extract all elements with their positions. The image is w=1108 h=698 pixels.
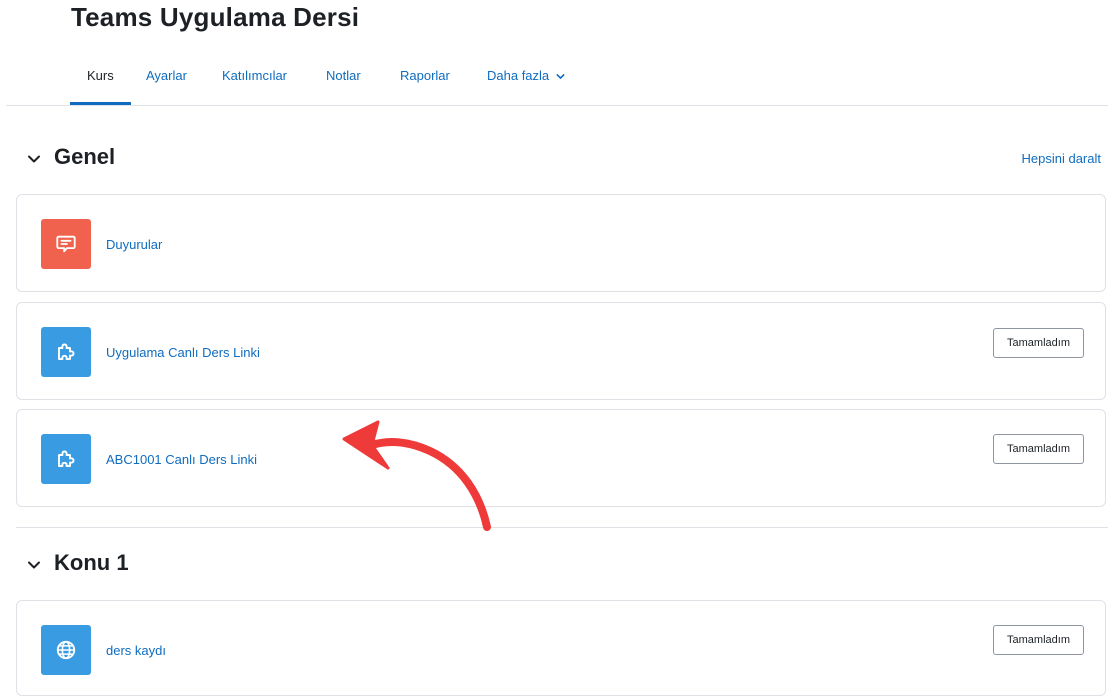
mark-done-button[interactable]: Tamamladım (993, 625, 1084, 655)
tab-raporlar[interactable]: Raporlar (400, 68, 450, 83)
tab-katilimcilar[interactable]: Katılımcılar (222, 68, 287, 83)
collapse-all-link[interactable]: Hepsini daralt (1022, 151, 1102, 166)
activity-link-duyurular[interactable]: Duyurular (106, 237, 162, 252)
activity-card: ABC1001 Canlı Ders Linki Tamamladım (16, 409, 1106, 507)
puzzle-icon (41, 434, 91, 484)
activity-link-abc1001-canli-ders-linki[interactable]: ABC1001 Canlı Ders Linki (106, 452, 257, 467)
tab-notlar[interactable]: Notlar (326, 68, 361, 83)
tab-daha-fazla[interactable]: Daha fazla (487, 68, 565, 83)
section-collapse-chevron-icon[interactable] (26, 557, 42, 573)
activity-card: ders kaydı Tamamladım (16, 600, 1106, 696)
activity-card: Duyurular (16, 194, 1106, 292)
activity-link-ders-kaydi[interactable]: ders kaydı (106, 643, 166, 658)
section-collapse-chevron-icon[interactable] (26, 151, 42, 167)
activity-link-uygulama-canli-ders-linki[interactable]: Uygulama Canlı Ders Linki (106, 345, 260, 360)
puzzle-icon (41, 327, 91, 377)
course-title: Teams Uygulama Dersi (71, 2, 360, 32)
section-title-konu-1[interactable]: Konu 1 (54, 550, 129, 576)
tab-ayarlar[interactable]: Ayarlar (146, 68, 187, 83)
tab-daha-fazla-label: Daha fazla (487, 68, 550, 83)
nav-divider (6, 105, 1108, 106)
tab-kurs[interactable]: Kurs (87, 68, 114, 83)
globe-icon (41, 625, 91, 675)
mark-done-button[interactable]: Tamamladım (993, 434, 1084, 464)
section-divider (16, 527, 1108, 528)
section-title-genel[interactable]: Genel (54, 144, 115, 170)
activity-card: Uygulama Canlı Ders Linki Tamamladım (16, 302, 1106, 400)
forum-icon (41, 219, 91, 269)
mark-done-button[interactable]: Tamamladım (993, 328, 1084, 358)
chevron-down-icon (556, 74, 565, 79)
course-nav: Kurs Ayarlar Katılımcılar Notlar Raporla… (0, 62, 1108, 106)
